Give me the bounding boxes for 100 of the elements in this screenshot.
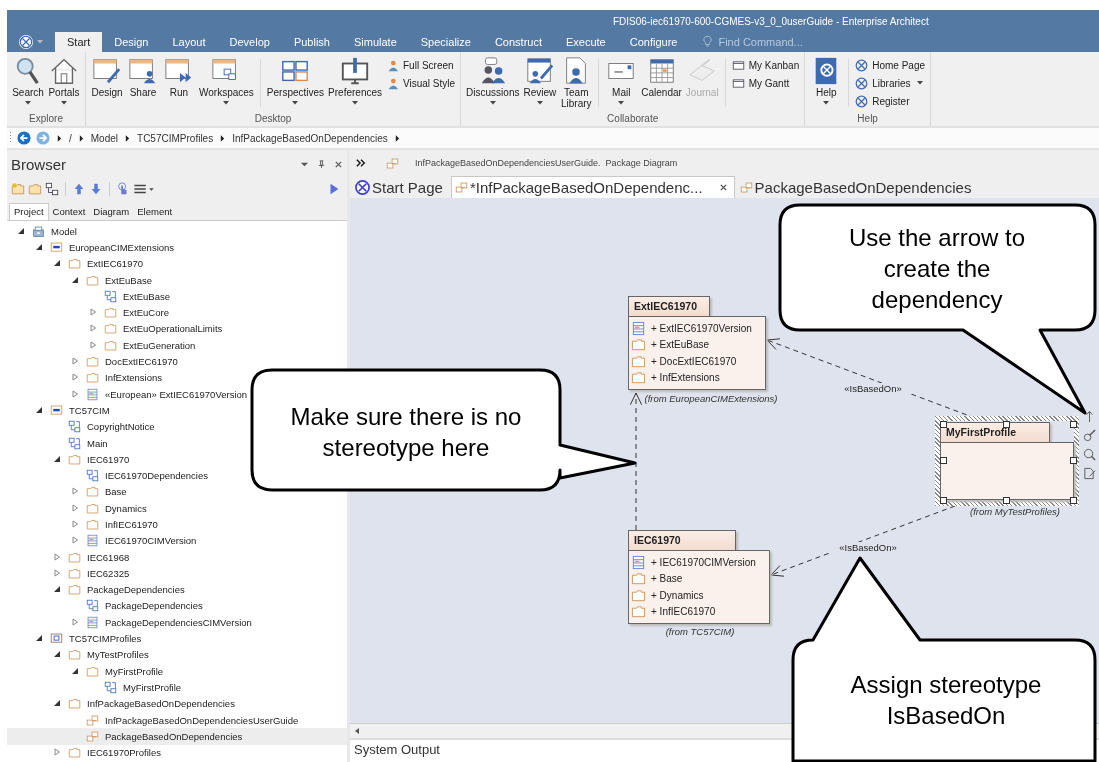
tree-item[interactable]: IEC61970Dependencies xyxy=(7,467,211,484)
browser-tab[interactable]: Project xyxy=(9,203,49,220)
document-tab[interactable]: PackageBasedOnDependencies xyxy=(736,176,978,198)
expanded-arrow-icon[interactable] xyxy=(53,454,61,463)
ribbon-button[interactable]: My Gantt xyxy=(731,75,800,91)
tree-item[interactable]: IEC61968 xyxy=(7,548,133,566)
ribbon-button[interactable]: Perspectives xyxy=(264,55,327,109)
ribbon-button[interactable]: Libraries xyxy=(855,75,926,91)
tree-item[interactable]: IEC61970 xyxy=(7,451,133,468)
tree-item[interactable]: CopyrightNotice xyxy=(7,418,158,435)
tree-item[interactable]: PackageDependencies xyxy=(7,581,188,598)
ribbon-button[interactable]: Design xyxy=(89,55,125,99)
menu-icon[interactable] xyxy=(133,182,155,196)
close-icon[interactable] xyxy=(718,183,728,192)
expanded-arrow-icon[interactable] xyxy=(53,585,61,594)
ribbon-button[interactable]: Share xyxy=(125,55,161,99)
expanded-arrow-icon[interactable] xyxy=(35,242,43,251)
ribbon-button[interactable]: Full Screen xyxy=(386,57,456,73)
tree-item[interactable]: IEC61970Profiles xyxy=(7,744,164,761)
tree-item[interactable]: MyTestProfiles xyxy=(7,646,152,663)
tree-item[interactable]: TC57CIMProfiles xyxy=(7,630,145,647)
brush-icon[interactable] xyxy=(1083,429,1096,442)
breadcrumb-item[interactable]: InfPackageBasedOnDependencies xyxy=(232,132,388,144)
expanded-arrow-icon[interactable] xyxy=(71,275,79,284)
close-icon[interactable] xyxy=(334,159,343,169)
collapsed-arrow-icon[interactable] xyxy=(53,748,61,757)
resize-handle[interactable] xyxy=(940,457,947,464)
ribbon-button[interactable]: Review xyxy=(521,55,559,109)
ribbon-button[interactable]: Home Page xyxy=(855,57,926,73)
double-chevron-icon[interactable] xyxy=(356,158,366,168)
expanded-arrow-icon[interactable] xyxy=(53,699,61,708)
tree-item[interactable]: MyFirstProfile xyxy=(7,663,167,680)
ribbon-tab[interactable]: Start xyxy=(55,32,103,52)
hand-pointer-icon[interactable] xyxy=(116,182,130,196)
tree-item[interactable]: IEC62325 xyxy=(7,565,133,582)
tree-item[interactable]: «European» ExtIEC61970Version xyxy=(7,385,251,403)
tree-item[interactable]: InfPackageBasedOnDependenciesUserGuide xyxy=(7,711,302,729)
ribbon-button[interactable]: Portals xyxy=(46,55,82,109)
expanded-arrow-icon[interactable] xyxy=(53,650,61,659)
tree-item[interactable]: Base xyxy=(7,483,130,501)
tree-item[interactable]: Main xyxy=(7,434,111,452)
tree-item[interactable]: ExtEuCore xyxy=(7,304,172,321)
ribbon-tab[interactable]: Simulate xyxy=(341,32,409,52)
tree-item[interactable]: ExtIEC61970 xyxy=(7,255,146,272)
note-edit-icon[interactable] xyxy=(1083,467,1096,480)
pin-icon[interactable] xyxy=(317,159,326,169)
diagram-icon[interactable] xyxy=(45,182,59,196)
ribbon-button[interactable]: Visual Style xyxy=(386,75,456,91)
tree-item[interactable]: TC57CIM xyxy=(7,402,113,419)
expanded-arrow-icon[interactable] xyxy=(71,666,79,675)
expanded-arrow-icon[interactable] xyxy=(35,405,43,414)
tree-item[interactable]: InfExtensions xyxy=(7,369,166,386)
tree-item[interactable]: ExtEuOperationalLimits xyxy=(7,320,226,338)
tree-item[interactable]: Model xyxy=(7,223,80,240)
ribbon-tab[interactable]: Publish xyxy=(281,32,342,52)
tree-item[interactable]: PackageBasedOnDependencies xyxy=(7,728,347,745)
ribbon-tab[interactable]: Design xyxy=(102,32,161,52)
move-down-icon[interactable] xyxy=(89,182,103,196)
ribbon-tab[interactable]: Develop xyxy=(217,32,282,52)
ribbon-button[interactable]: Mail xyxy=(603,55,640,109)
ribbon-button[interactable]: Workspaces xyxy=(197,55,256,109)
collapsed-arrow-icon[interactable] xyxy=(71,617,79,626)
tree-item[interactable]: MyFirstProfile xyxy=(7,679,185,696)
tree-item[interactable]: ExtEuBase xyxy=(7,271,155,289)
browser-tab[interactable]: Diagram xyxy=(89,204,134,220)
ribbon-button[interactable]: Run xyxy=(161,55,197,99)
tree-item[interactable]: EuropeanCIMExtensions xyxy=(7,239,178,256)
resize-handle[interactable] xyxy=(1003,497,1010,504)
resize-handle[interactable] xyxy=(1003,421,1010,428)
tree-item[interactable]: PackageDependencies xyxy=(7,597,206,615)
ribbon-tab[interactable]: Layout xyxy=(160,32,218,52)
magnifier-icon[interactable] xyxy=(1083,448,1096,461)
ribbon-tab[interactable]: Construct xyxy=(482,32,554,52)
ribbon-button[interactable]: My Kanban xyxy=(731,57,800,73)
browser-tab[interactable]: Element xyxy=(133,204,177,220)
ribbon-tab[interactable]: Specialize xyxy=(408,32,483,52)
document-tab[interactable]: *InfPackageBasedOnDependenc... xyxy=(450,176,735,198)
resize-handle[interactable] xyxy=(940,497,947,504)
tree-item[interactable]: DocExtIEC61970 xyxy=(7,353,181,370)
ribbon-button[interactable]: Register xyxy=(855,93,926,109)
resize-handle[interactable] xyxy=(1070,421,1077,428)
ribbon-button[interactable]: Search xyxy=(10,55,46,109)
expanded-arrow-icon[interactable] xyxy=(17,226,25,235)
tree-item[interactable]: ExtEuGeneration xyxy=(7,337,199,354)
ribbon-tab[interactable]: Configure xyxy=(617,32,690,52)
find-command-field[interactable]: Find Command... xyxy=(716,32,851,52)
ribbon-button[interactable]: Help xyxy=(808,55,845,109)
resize-handle[interactable] xyxy=(1070,497,1077,504)
tree-item[interactable]: Dynamics xyxy=(7,500,150,517)
tree-item[interactable]: ExtEuBase xyxy=(7,288,173,305)
expanded-arrow-icon[interactable] xyxy=(35,634,43,643)
breadcrumb-item[interactable]: Model xyxy=(90,132,119,144)
breadcrumb-item[interactable]: / xyxy=(69,132,72,144)
app-menu-button[interactable] xyxy=(19,33,45,51)
ribbon-button[interactable]: Calendar xyxy=(639,55,684,99)
move-up-icon[interactable] xyxy=(72,182,86,196)
back-icon[interactable] xyxy=(17,131,31,145)
expanded-arrow-icon[interactable] xyxy=(53,259,61,268)
ribbon-button[interactable]: Team Library xyxy=(558,55,595,110)
ribbon-button[interactable]: Preferences xyxy=(326,55,384,109)
